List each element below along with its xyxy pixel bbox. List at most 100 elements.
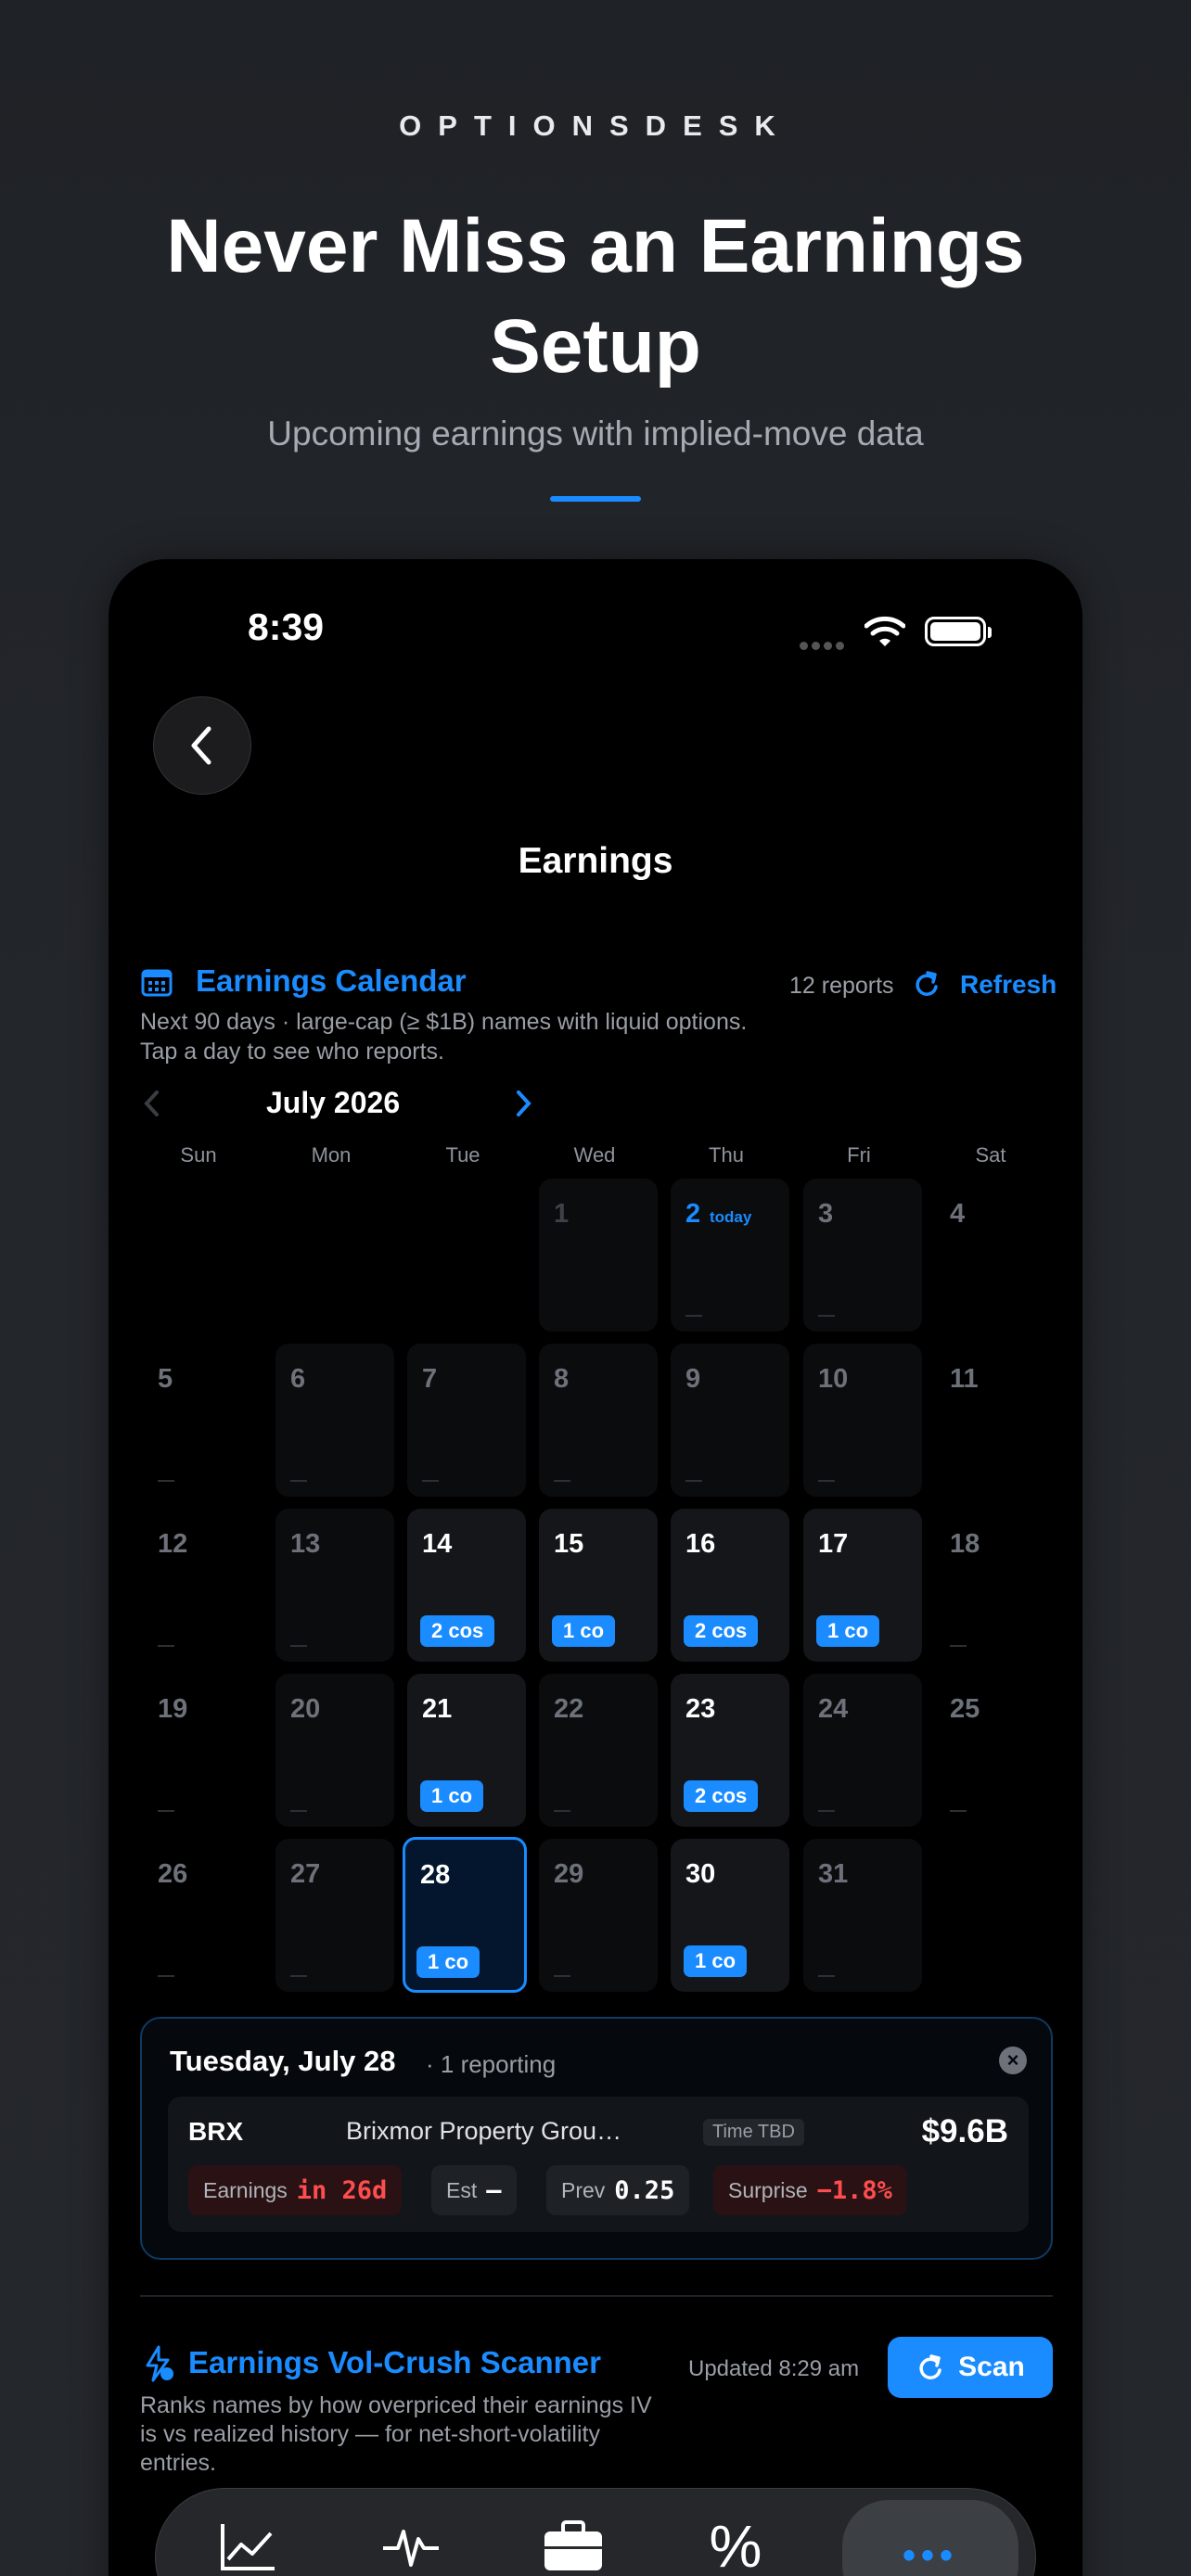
close-icon[interactable]: × <box>999 2047 1027 2074</box>
brand-name: OPTIONSDESK <box>399 109 792 142</box>
day-number: 14 <box>422 1529 453 1559</box>
pill-label: Surprise <box>728 2177 808 2202</box>
calendar-icon <box>141 969 173 997</box>
calendar-description: Next 90 days · large-cap (≥ $1B) names w… <box>140 1009 748 1065</box>
calendar-day[interactable]: 17 1 co <box>803 1509 922 1662</box>
chart-line-icon <box>221 2524 275 2570</box>
calendar-day[interactable]: 20 <box>275 1674 394 1827</box>
tab-pulse[interactable] <box>365 2509 457 2576</box>
no-reports-dash <box>554 1810 570 1812</box>
no-reports-dash <box>290 1645 307 1647</box>
pulse-icon <box>383 2530 439 2567</box>
calendar-day[interactable]: 12 <box>143 1509 262 1662</box>
calendar-day[interactable]: 13 <box>275 1509 394 1662</box>
promo-subtitle: Upcoming earnings with implied-move data <box>267 414 924 453</box>
calendar-day[interactable]: 1 <box>539 1179 658 1332</box>
calendar-day[interactable]: 5 <box>143 1344 262 1497</box>
calendar-day[interactable]: 22 <box>539 1674 658 1827</box>
calendar-day[interactable]: 26 <box>143 1839 262 1992</box>
weekday-mon: Mon <box>311 1143 352 1167</box>
report-count-badge: 1 co <box>416 1946 480 1978</box>
report-count-badge: 1 co <box>816 1615 880 1647</box>
calendar-day-today[interactable]: 2 today <box>671 1179 789 1332</box>
calendar-day[interactable]: 7 <box>407 1344 526 1497</box>
tab-more[interactable]: ••• <box>842 2500 1018 2576</box>
detail-date: Tuesday, July 28 <box>170 2045 396 2077</box>
day-number: 28 <box>420 1860 451 1890</box>
pill-value: — <box>486 2175 502 2205</box>
calendar-day[interactable]: 10 <box>803 1344 922 1497</box>
day-number: 23 <box>685 1694 716 1724</box>
day-number: 11 <box>950 1364 979 1394</box>
refresh-button[interactable]: Refresh <box>960 970 1057 1000</box>
calendar-section-title: Earnings Calendar <box>196 963 467 998</box>
calendar-day[interactable]: 18 <box>935 1509 1054 1662</box>
calendar-day[interactable]: 6 <box>275 1344 394 1497</box>
earnings-countdown-pill: Earnings in 26d <box>188 2165 403 2215</box>
no-reports-dash <box>158 1810 174 1812</box>
report-count-badge: 2 cos <box>684 1780 759 1812</box>
report-count-badge: 1 co <box>420 1780 484 1812</box>
calendar-day[interactable]: 15 1 co <box>539 1509 658 1662</box>
pill-label: Prev <box>561 2177 606 2202</box>
phone-screen: 8:39 Earnings Earnings Calendar 12 repor… <box>109 559 1082 2576</box>
no-reports-dash <box>554 1975 570 1977</box>
calendar-day[interactable]: 27 <box>275 1839 394 1992</box>
calendar-day[interactable]: 19 <box>143 1674 262 1827</box>
scan-button[interactable]: Scan <box>888 2337 1053 2398</box>
status-time: 8:39 <box>248 606 325 648</box>
report-count-badge: 2 cos <box>684 1615 759 1647</box>
tab-chart[interactable] <box>202 2509 295 2576</box>
weekday-fri: Fri <box>847 1143 871 1167</box>
day-number: 8 <box>554 1364 570 1394</box>
calendar-day[interactable]: 25 <box>935 1674 1054 1827</box>
next-month-icon[interactable] <box>513 1090 533 1117</box>
back-button[interactable] <box>153 696 251 795</box>
calendar-day[interactable]: 16 2 cos <box>671 1509 789 1662</box>
wifi-icon <box>864 616 905 646</box>
calendar-day[interactable]: 21 1 co <box>407 1674 526 1827</box>
day-number: 20 <box>290 1694 321 1724</box>
no-reports-dash <box>818 1975 835 1977</box>
day-number: 10 <box>818 1364 849 1394</box>
section-divider <box>140 2295 1053 2297</box>
calendar-day[interactable]: 4 <box>935 1179 1054 1332</box>
calendar-day-selected[interactable]: 28 1 co <box>403 1837 527 1993</box>
no-reports-dash <box>290 1480 307 1482</box>
day-number: 26 <box>158 1859 188 1889</box>
calendar-day[interactable]: 23 2 cos <box>671 1674 789 1827</box>
calendar-day[interactable]: 30 1 co <box>671 1839 789 1992</box>
day-number: 13 <box>290 1529 321 1559</box>
market-cap: $9.6B <box>921 2113 1008 2149</box>
weekday-sat: Sat <box>975 1143 1006 1167</box>
detail-reporting-count: · 1 reporting <box>426 2050 557 2078</box>
report-count: 12 reports <box>789 973 894 999</box>
calendar-day[interactable]: 31 <box>803 1839 922 1992</box>
estimate-pill: Est — <box>431 2165 517 2215</box>
calendar-day[interactable]: 29 <box>539 1839 658 1992</box>
tab-portfolio[interactable] <box>527 2509 620 2576</box>
calendar-day[interactable]: 3 <box>803 1179 922 1332</box>
prev-month-icon[interactable] <box>142 1090 162 1117</box>
no-reports-dash <box>290 1975 307 1977</box>
calendar-day[interactable]: 11 <box>935 1344 1054 1497</box>
weekday-thu: Thu <box>709 1143 744 1167</box>
refresh-icon[interactable] <box>912 970 940 998</box>
day-number: 7 <box>422 1364 438 1394</box>
calendar-day[interactable]: 14 2 cos <box>407 1509 526 1662</box>
day-number: 9 <box>685 1364 701 1394</box>
tab-percent[interactable]: % <box>689 2509 782 2576</box>
signal-icon <box>800 638 852 650</box>
battery-icon <box>925 617 992 646</box>
weekday-sun: Sun <box>180 1143 217 1167</box>
calendar-day[interactable]: 9 <box>671 1344 789 1497</box>
day-number: 25 <box>950 1694 980 1724</box>
earnings-row[interactable]: BRX Brixmor Property Grou… Time TBD $9.6… <box>168 2097 1029 2232</box>
calendar-day[interactable]: 8 <box>539 1344 658 1497</box>
ticker: BRX <box>188 2117 244 2146</box>
calendar-day[interactable]: 24 <box>803 1674 922 1827</box>
weekday-tue: Tue <box>445 1143 480 1167</box>
accent-rule <box>550 496 641 502</box>
chevron-left-icon <box>191 726 211 765</box>
pill-value: in 26d <box>296 2175 388 2205</box>
